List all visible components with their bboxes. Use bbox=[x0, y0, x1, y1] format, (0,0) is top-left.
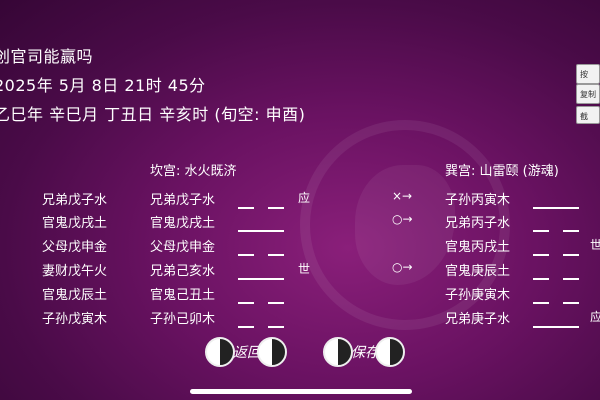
left-palace-label: 坎宫: 水火既济 bbox=[150, 164, 237, 179]
ben-gua-cell: 父母戊申金 bbox=[150, 240, 216, 255]
right-shi-ying-mark: 世 bbox=[590, 238, 600, 252]
side-button-1[interactable]: 按 bbox=[576, 64, 600, 84]
bian-line bbox=[533, 316, 579, 335]
change-arrow-icon: ○→ bbox=[392, 260, 413, 274]
bian-line bbox=[533, 244, 579, 263]
back-button[interactable]: 返回 bbox=[205, 337, 287, 371]
ben-line bbox=[238, 268, 284, 287]
bian-line bbox=[533, 292, 579, 311]
ben-line bbox=[238, 244, 284, 263]
fushen-cell: 父母戊申金 bbox=[42, 240, 108, 255]
bian-gua-cell: 子孙丙寅木 bbox=[445, 193, 511, 208]
save-button[interactable]: 保存 bbox=[323, 337, 405, 371]
page-title: 创官司能赢吗 bbox=[0, 47, 94, 66]
fushen-cell: 子孙戊寅木 bbox=[42, 312, 108, 327]
fushen-cell: 官鬼戊戌土 bbox=[42, 216, 108, 231]
ben-gua-cell: 子孙己卯木 bbox=[150, 312, 216, 327]
yin-line bbox=[238, 301, 284, 304]
ben-line bbox=[238, 316, 284, 335]
ben-line bbox=[238, 197, 284, 216]
ganzhi-text: 乙巳年 辛巳月 丁丑日 辛亥时 (旬空: 申酉) bbox=[0, 105, 306, 124]
ben-line bbox=[238, 220, 284, 239]
bian-gua-cell: 兄弟丙子水 bbox=[445, 216, 511, 231]
side-button-3[interactable]: 截 bbox=[576, 106, 600, 124]
bian-line bbox=[533, 197, 579, 216]
ben-gua-cell: 兄弟戊子水 bbox=[150, 193, 216, 208]
shi-ying-mark: 应 bbox=[298, 191, 311, 205]
yin-line bbox=[238, 253, 284, 256]
yin-yang-icon bbox=[375, 337, 405, 367]
bian-line bbox=[533, 268, 579, 287]
yang-line bbox=[533, 325, 579, 328]
bian-line bbox=[533, 220, 579, 239]
copy-button[interactable]: 复制 bbox=[576, 84, 600, 104]
bian-gua-cell: 兄弟庚子水 bbox=[445, 312, 511, 327]
change-arrow-icon: ×→ bbox=[392, 189, 413, 203]
yin-yang-icon bbox=[257, 337, 287, 367]
ben-gua-cell: 官鬼戊戌土 bbox=[150, 216, 216, 231]
bian-gua-cell: 官鬼庚辰土 bbox=[445, 264, 511, 279]
fushen-cell: 兄弟戊子水 bbox=[42, 193, 108, 208]
yin-line bbox=[238, 325, 284, 328]
shi-ying-mark: 世 bbox=[298, 262, 311, 276]
yang-line bbox=[533, 206, 579, 209]
ben-gua-cell: 兄弟己亥水 bbox=[150, 264, 216, 279]
yin-line bbox=[533, 277, 579, 280]
yin-line bbox=[238, 206, 284, 209]
fushen-cell: 妻财戊午火 bbox=[42, 264, 108, 279]
ben-line bbox=[238, 292, 284, 311]
right-palace-label: 巽宫: 山雷颐 (游魂) bbox=[445, 164, 559, 179]
ben-gua-cell: 官鬼己丑土 bbox=[150, 288, 216, 303]
yin-line bbox=[533, 253, 579, 256]
yang-line bbox=[238, 277, 284, 280]
home-indicator bbox=[190, 389, 412, 394]
right-shi-ying-mark: 应 bbox=[590, 310, 600, 324]
datetime-text: 2025年 5月 8日 21时 45分 bbox=[0, 76, 206, 95]
bian-gua-cell: 子孙庚寅木 bbox=[445, 288, 511, 303]
change-arrow-icon: ○→ bbox=[392, 212, 413, 226]
fushen-cell: 官鬼戊辰土 bbox=[42, 288, 108, 303]
yin-line bbox=[533, 301, 579, 304]
bian-gua-cell: 官鬼丙戌土 bbox=[445, 240, 511, 255]
yin-line bbox=[533, 229, 579, 232]
yang-line bbox=[238, 229, 284, 232]
